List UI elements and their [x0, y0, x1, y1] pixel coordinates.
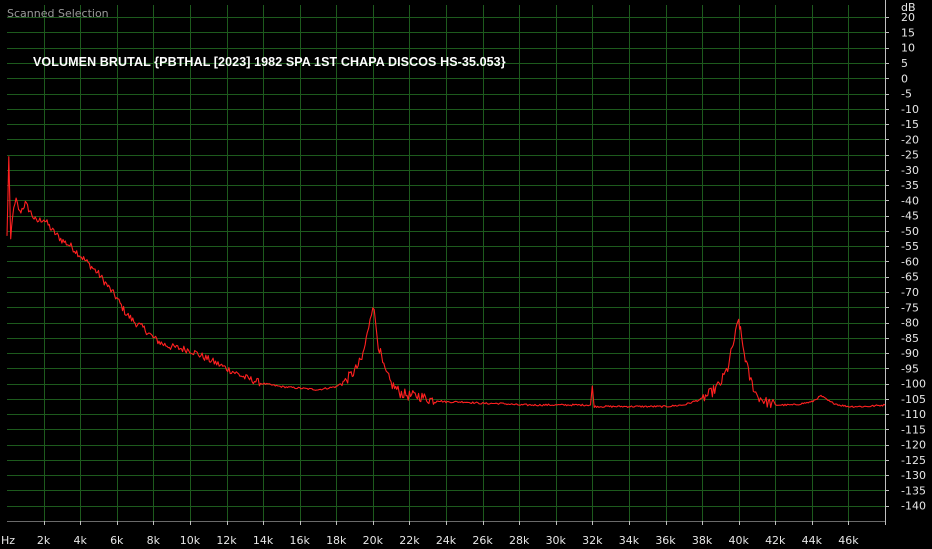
y-tick-label: -20	[901, 133, 919, 146]
x-tick-label: 36k	[655, 534, 676, 547]
x-tick-label: 20k	[363, 534, 384, 547]
y-tick-label: -5	[901, 88, 912, 101]
y-tick-label: -140	[901, 500, 926, 513]
spectrum-plot: dB20151050-5-10-15-20-25-30-35-40-45-50-…	[1, 0, 926, 547]
x-tick-label: 46k	[838, 534, 859, 547]
x-tick-label: 14k	[253, 534, 274, 547]
x-tick-label: 32k	[582, 534, 603, 547]
y-tick-label: 10	[901, 42, 915, 55]
y-tick-label: 0	[901, 72, 908, 85]
y-tick-label: -50	[901, 225, 919, 238]
y-tick-label: -60	[901, 255, 919, 268]
x-tick-label: 26k	[472, 534, 493, 547]
panel-label: Scanned Selection	[7, 7, 109, 20]
spectrum-panel: dB 20 15 10 5 0 -5 -10 -15 -20 -25 -30 -35 -40 -45 -50-…	[0, 0, 932, 549]
y-tick-label: -80	[901, 317, 919, 330]
x-tick-label: 2k	[37, 534, 51, 547]
y-tick-label: -45	[901, 210, 919, 223]
x-tick-label: 16k	[289, 534, 310, 547]
y-tick-label: -100	[901, 378, 926, 391]
y-tick-label: -120	[901, 439, 926, 452]
y-tick-label: -15	[901, 118, 919, 131]
y-tick-label: -65	[901, 271, 919, 284]
grid	[7, 0, 886, 525]
x-tick-label: 44k	[802, 534, 823, 547]
y-tick-label: -105	[901, 393, 926, 406]
y-tick-label: -35	[901, 179, 919, 192]
x-tick-label: 30k	[546, 534, 567, 547]
y-tick-label: -70	[901, 286, 919, 299]
x-tick-label: 22k	[399, 534, 420, 547]
x-tick-label: 18k	[326, 534, 347, 547]
y-axis: dB20151050-5-10-15-20-25-30-35-40-45-50-…	[885, 1, 926, 513]
chart-title: VOLUMEN BRUTAL {PBTHAL [2023] 1982 SPA 1…	[33, 55, 506, 69]
x-tick-label: 10k	[180, 534, 201, 547]
x-tick-label: 12k	[216, 534, 237, 547]
x-tick-label: 6k	[110, 534, 124, 547]
y-tick-label: 5	[901, 57, 908, 70]
y-tick-label: -40	[901, 194, 919, 207]
x-tick-label: 24k	[436, 534, 457, 547]
y-tick-label: -115	[901, 423, 926, 436]
y-tick-label: -10	[901, 103, 919, 116]
x-tick-label: 38k	[692, 534, 713, 547]
y-tick-label: -95	[901, 362, 919, 375]
y-tick-label: -25	[901, 149, 919, 162]
x-tick-label: 8k	[147, 534, 161, 547]
y-tick-label: -85	[901, 332, 919, 345]
x-tick-label: 4k	[73, 534, 87, 547]
y-tick-label: 20	[901, 11, 915, 24]
y-tick-label: -110	[901, 408, 926, 421]
y-tick-label: 15	[901, 26, 915, 39]
y-tick-label: -125	[901, 454, 926, 467]
y-tick-label: -30	[901, 164, 919, 177]
y-tick-label: -135	[901, 484, 926, 497]
y-tick-label: -75	[901, 301, 919, 314]
y-tick-label: -130	[901, 469, 926, 482]
x-tick-label: 40k	[728, 534, 749, 547]
y-tick-label: -55	[901, 240, 919, 253]
x-tick-label: 34k	[619, 534, 640, 547]
x-axis-label: Hz	[1, 534, 15, 547]
x-tick-label: 42k	[765, 534, 786, 547]
y-tick-label: -90	[901, 347, 919, 360]
x-axis: Hz 2k 4k 6k 8k 10k 12k 14k 16k 18k 20k 22k 24k 26k 28k…	[1, 521, 859, 547]
x-tick-label: 28k	[509, 534, 530, 547]
